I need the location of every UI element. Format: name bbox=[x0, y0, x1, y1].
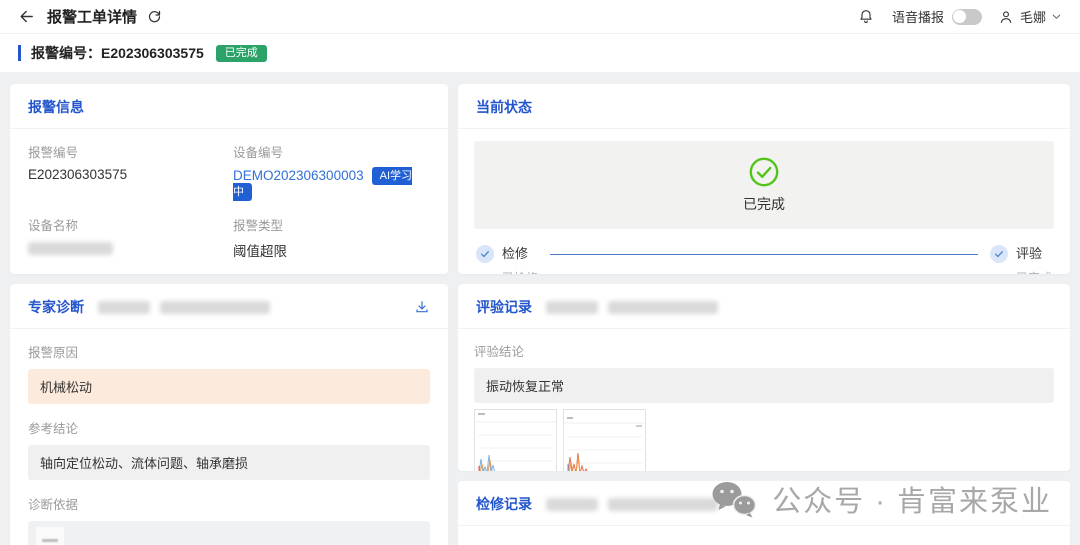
device-name-label: 设备名称 bbox=[28, 219, 79, 233]
notification-bell-button[interactable] bbox=[858, 8, 874, 25]
alarm-no-label: 报警编号 bbox=[28, 146, 79, 160]
back-arrow-icon bbox=[20, 10, 33, 23]
user-name: 毛娜 bbox=[1019, 10, 1046, 25]
reference-conclusion-label: 参考结论 bbox=[28, 422, 79, 436]
alarm-reason-label: 报警原因 bbox=[28, 346, 79, 360]
bell-icon bbox=[860, 10, 872, 24]
diagnosis-basis-label: 诊断依据 bbox=[28, 498, 79, 512]
user-avatar-icon bbox=[998, 9, 1014, 25]
attachment-tag-redacted bbox=[36, 527, 64, 545]
alarm-info-card: 报警信息 报警编号 E202306303575 设备编号 DEMO2023063… bbox=[10, 84, 448, 274]
subheader: 报警编号： E202306303575 已完成 bbox=[0, 34, 1080, 72]
expert-diagnosis-title: 专家诊断 bbox=[28, 299, 84, 315]
evaluation-record-title: 评验记录 bbox=[476, 299, 532, 315]
repair-record-title: 检修记录 bbox=[476, 496, 532, 512]
expert-diagnosis-card: 专家诊断 报警原因 机械松动 参考结论 轴向定位松动、流体问题、轴承磨损 诊断依… bbox=[10, 284, 448, 545]
success-check-icon bbox=[749, 157, 779, 187]
download-button[interactable] bbox=[414, 299, 430, 315]
stepper: 检修 已检修 评验 已完成 bbox=[474, 245, 1054, 274]
voice-broadcast-label: 语音播报 bbox=[891, 10, 944, 25]
field-device-name: 设备名称 bbox=[28, 215, 233, 260]
device-no-label: 设备编号 bbox=[233, 146, 284, 160]
evaluation-conclusion-label: 评验结论 bbox=[474, 345, 525, 359]
topbar: 报警工单详情 语音播报 毛娜 bbox=[0, 0, 1080, 34]
status-panel: 已完成 bbox=[474, 141, 1054, 229]
order-number-label: 报警编号： bbox=[31, 45, 101, 61]
diagnosis-basis-panel bbox=[28, 521, 430, 545]
alarm-reason-value: 机械松动 bbox=[28, 369, 430, 404]
field-alarm-type: 报警类型 阈值超限 bbox=[233, 215, 430, 260]
refresh-icon bbox=[148, 10, 161, 23]
step-label: 检修 bbox=[502, 246, 529, 261]
diagnosis-time-redacted bbox=[160, 300, 270, 314]
alarm-no-value: E202306303575 bbox=[28, 167, 128, 182]
user-menu[interactable]: 毛娜 bbox=[1020, 7, 1062, 26]
evaluation-conclusion-value: 振动恢复正常 bbox=[474, 368, 1054, 403]
spectrum-chart-thumbnail-1[interactable] bbox=[474, 409, 557, 471]
step-sub: 已完成 bbox=[1016, 269, 1052, 274]
step-repair: 检修 已检修 bbox=[476, 245, 538, 274]
status-text: 已完成 bbox=[743, 196, 785, 212]
field-device-no: 设备编号 DEMO202306300003 AI学习中 bbox=[233, 142, 430, 201]
device-name-redacted bbox=[28, 241, 113, 255]
voice-broadcast-toggle[interactable] bbox=[951, 8, 982, 25]
evaluation-time-redacted bbox=[608, 300, 718, 314]
toggle-knob bbox=[953, 10, 967, 23]
step-connector-line bbox=[550, 254, 978, 255]
alarm-workorder-detail-page: 报警工单详情 语音播报 毛娜 报警编号： E202306303575 已完成 报… bbox=[0, 0, 1080, 545]
repair-time-redacted bbox=[608, 497, 718, 511]
reference-conclusion-value: 轴向定位松动、流体问题、轴承磨损 bbox=[28, 445, 430, 480]
page-title: 报警工单详情 bbox=[47, 9, 138, 26]
repair-person-redacted bbox=[546, 497, 598, 511]
step-check-icon bbox=[989, 245, 1008, 263]
current-status-title: 当前状态 bbox=[476, 99, 532, 115]
step-check-icon bbox=[476, 245, 494, 263]
field-alarm-no: 报警编号 E202306303575 bbox=[28, 142, 233, 199]
order-number-value: E202306303575 bbox=[101, 45, 204, 61]
evaluation-record-card: 评验记录 评验结论 振动恢复正常 bbox=[458, 284, 1070, 471]
spectrum-chart-thumbnail-2[interactable] bbox=[563, 409, 646, 471]
accent-bar bbox=[18, 45, 21, 61]
step-label: 评验 bbox=[1015, 246, 1042, 261]
current-status-card: 当前状态 已完成 检修 已检修 bbox=[458, 84, 1070, 274]
repair-record-card: 检修记录 bbox=[458, 481, 1070, 545]
refresh-button[interactable] bbox=[147, 9, 162, 24]
download-icon bbox=[416, 301, 428, 313]
evaluation-person-redacted bbox=[546, 300, 598, 314]
alarm-type-label: 报警类型 bbox=[233, 219, 284, 233]
alarm-type-value: 阈值超限 bbox=[233, 244, 287, 259]
back-button[interactable] bbox=[18, 8, 35, 25]
status-badge: 已完成 bbox=[215, 44, 267, 62]
alarm-info-title: 报警信息 bbox=[28, 99, 84, 115]
device-no-link[interactable]: DEMO202306300003 bbox=[233, 168, 364, 183]
step-sub: 已检修 bbox=[502, 269, 538, 274]
step-evaluate: 评验 已完成 bbox=[989, 245, 1052, 274]
chevron-down-icon bbox=[1052, 14, 1061, 19]
content-area: 报警信息 报警编号 E202306303575 设备编号 DEMO2023063… bbox=[0, 72, 1080, 545]
diagnosis-meta-redacted bbox=[98, 300, 150, 314]
